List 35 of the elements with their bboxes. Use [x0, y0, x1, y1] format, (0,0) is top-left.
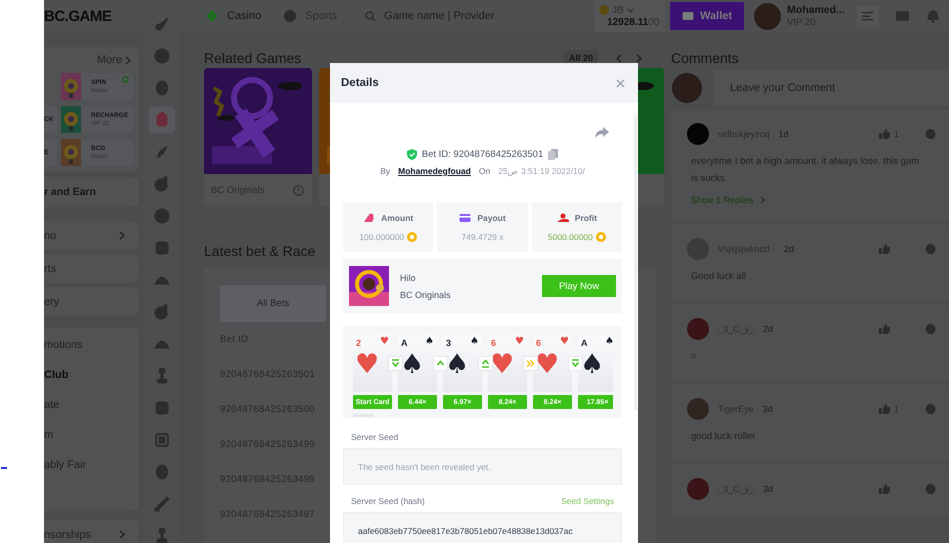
playing-card: 2 ♥ ♥	[353, 335, 392, 392]
hash-field[interactable]: aafe6083eb7750ee817e3b78051eb07e48838e13d037ac	[343, 512, 622, 543]
field-label: Server Seed (hash)	[351, 496, 425, 506]
user-name: Mohamed...	[787, 4, 845, 16]
stat-label: Payout	[477, 212, 506, 222]
refer-earn-banner[interactable]: r and Earn	[44, 177, 139, 207]
section-title: Related Games	[204, 50, 302, 66]
stat-value: 5000.00000	[548, 232, 593, 242]
on-label: On	[478, 166, 490, 176]
game-provider: BC Originals	[400, 290, 452, 300]
section-title: Comments	[671, 50, 740, 66]
wallet-button[interactable]: Wallet	[670, 2, 744, 30]
playing-card: 3 ♠ ♠	[443, 335, 482, 392]
playing-card: A ♠ ♠	[398, 335, 437, 392]
playing-card: A ♠ ♠	[578, 335, 613, 392]
stat-value: 749.4729 x	[461, 232, 504, 242]
stat-label: Amount	[381, 212, 414, 222]
nav-tab[interactable]: Casino	[205, 9, 262, 23]
game-name: Hilo	[400, 272, 417, 282]
comment-text: =	[690, 350, 698, 364]
bet-id: Bet ID: 92048768425263501	[422, 148, 544, 160]
bet-date: 25ص 3:51:19 2022/10/	[498, 166, 585, 176]
stat-label: Profit	[574, 212, 597, 222]
playing-card: 6 ♥ ♥	[488, 335, 527, 392]
section-title: Latest bet & Race	[204, 243, 316, 259]
bets-tab[interactable]: All Bets	[220, 285, 326, 322]
server-seed-field[interactable]: The seed hasn't been revealed yet.	[343, 448, 622, 485]
sidebar-item[interactable]: Club	[44, 369, 68, 381]
stat-value: 100.000000	[359, 232, 404, 242]
field-label: Server Seed	[351, 432, 398, 442]
seed-settings-link[interactable]: Seed Settings	[561, 496, 614, 506]
logo[interactable]: BC.GAME	[44, 8, 112, 24]
replies-link[interactable]: Show 1 Replies	[691, 195, 754, 205]
playing-card: 6 ♥ ♥	[533, 335, 572, 392]
play-now-button[interactable]: Play Now	[542, 275, 616, 297]
